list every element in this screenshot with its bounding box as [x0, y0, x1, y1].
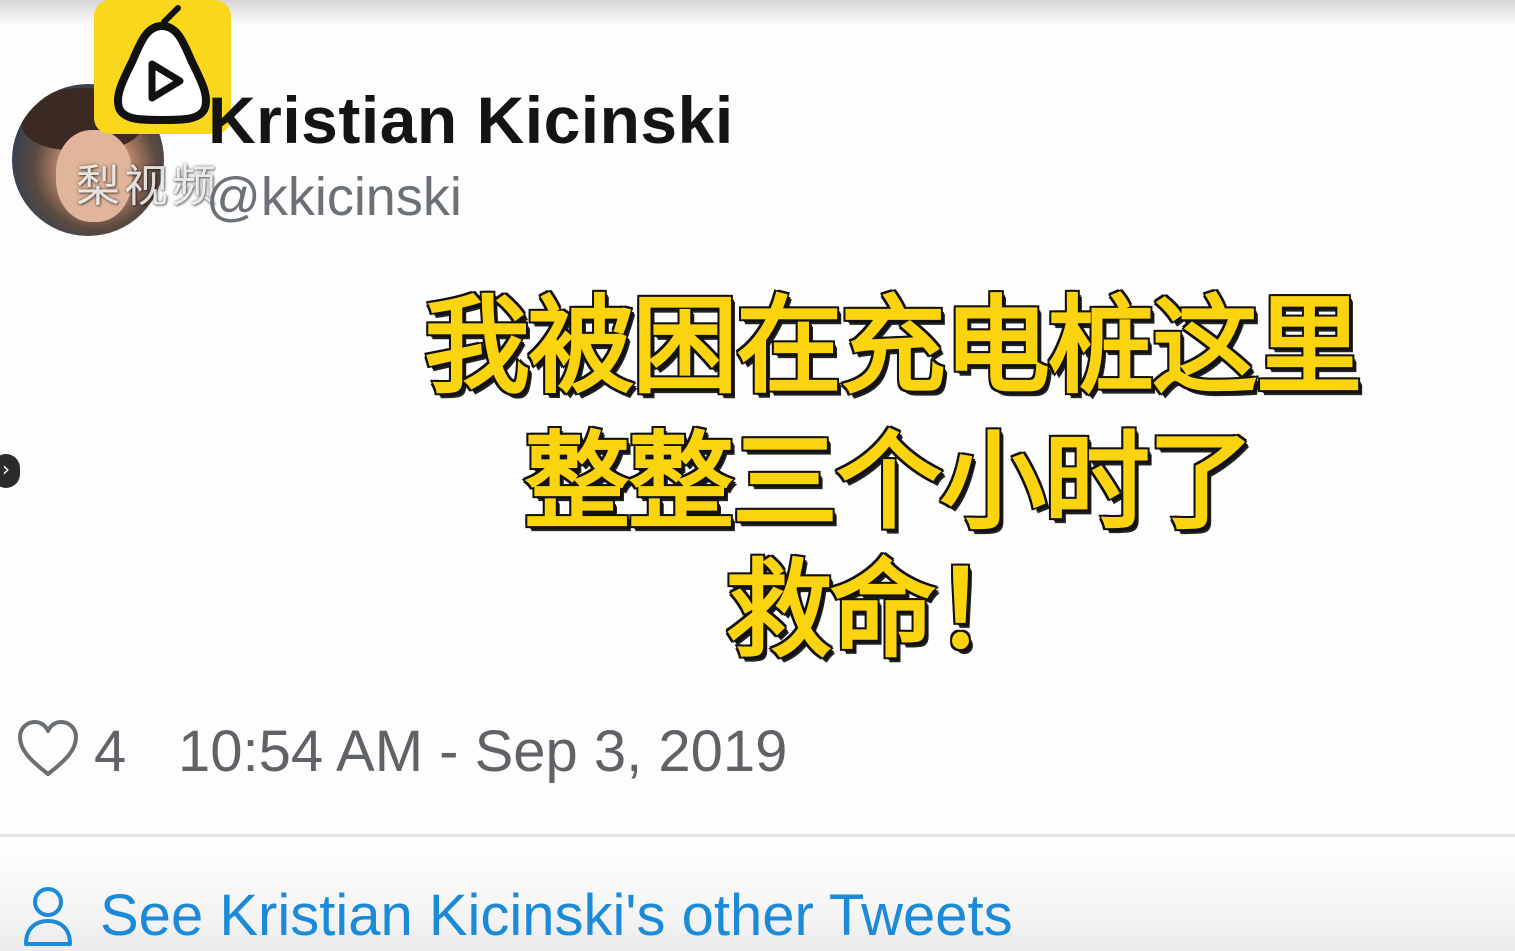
chevron-right-icon: › [2, 457, 10, 481]
user-handle[interactable]: @kkicinski [206, 166, 462, 228]
caption-line-3: 救命！ [725, 549, 1042, 672]
other-tweets-link[interactable]: See Kristian Kicinski's other Tweets [100, 882, 1013, 949]
caption-line-1: 我被困在充电桩这里 [423, 285, 1364, 408]
tweet-timestamp[interactable]: 10:54 AM - Sep 3, 2019 [178, 718, 787, 785]
person-icon[interactable] [20, 884, 76, 948]
next-arrow-button[interactable]: › [0, 454, 20, 488]
watermark-text: 梨视频 [76, 161, 220, 212]
tweet-video-frame: 梨视频 Kristian Kicinski @kkicinski 我被困在充电桩… [0, 0, 1515, 951]
caption-line-2: 整整三个小时了 [523, 421, 1256, 544]
display-name[interactable]: Kristian Kicinski [208, 82, 734, 158]
heart-icon[interactable] [16, 718, 80, 778]
like-count: 4 [94, 719, 127, 784]
